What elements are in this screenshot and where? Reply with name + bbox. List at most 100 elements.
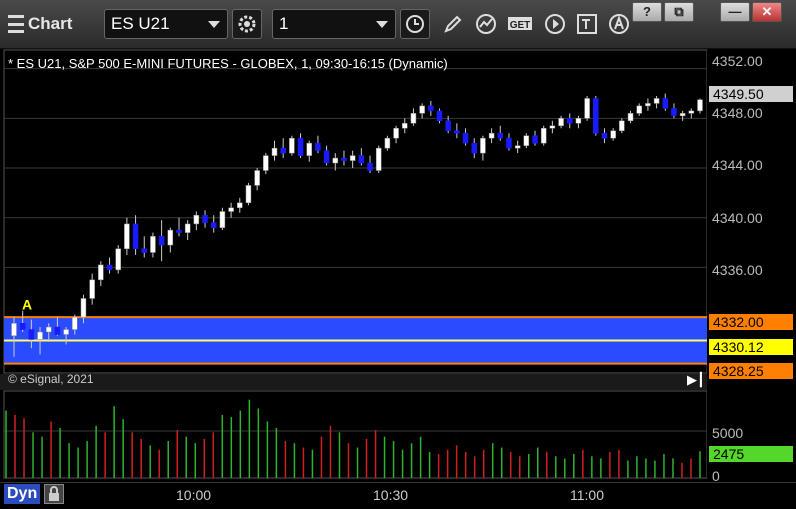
candle-body xyxy=(645,103,651,107)
marker-label: A xyxy=(22,297,32,313)
time-button[interactable] xyxy=(400,9,430,39)
candle-body xyxy=(445,120,451,131)
candle-body xyxy=(393,128,399,139)
restore-button[interactable]: ⧉ xyxy=(664,2,694,22)
candle-body xyxy=(271,147,278,156)
symbol-value: ES U21 xyxy=(111,14,170,33)
candle-body xyxy=(462,132,469,144)
volume-axis-label: 5000 xyxy=(712,425,744,441)
alert-icon xyxy=(609,14,629,34)
last-price-tag: 4349.50 xyxy=(709,86,793,102)
candle-body xyxy=(193,214,200,225)
candle-body xyxy=(245,185,252,204)
candle-body xyxy=(402,123,408,129)
candle-body xyxy=(566,118,573,124)
interval-value: 1 xyxy=(279,14,289,33)
candle-body xyxy=(167,229,174,246)
time-axis-label: 10:00 xyxy=(176,487,212,503)
candle-body xyxy=(63,329,69,335)
candle-body xyxy=(263,155,269,171)
time-axis-label: 11:00 xyxy=(570,487,604,503)
draw-tool-button[interactable] xyxy=(438,9,468,39)
candle-body xyxy=(488,132,495,139)
text-tool-button[interactable] xyxy=(572,9,602,39)
candle-body xyxy=(45,326,52,333)
candle-body xyxy=(210,222,217,228)
candle-body xyxy=(115,248,121,271)
candle-body xyxy=(341,157,347,161)
candle-body xyxy=(254,170,260,186)
chart-canvas[interactable]: A xyxy=(0,48,796,482)
candle-body xyxy=(428,105,434,112)
candle-body xyxy=(358,155,365,164)
candle-body xyxy=(132,223,139,250)
get-icon: GET xyxy=(508,17,532,31)
candle-body xyxy=(306,142,312,156)
lock-icon[interactable] xyxy=(44,484,64,504)
candle-body xyxy=(671,108,677,117)
candle-body xyxy=(454,130,460,134)
chevron-down-icon xyxy=(208,21,220,28)
refresh-gear-button[interactable] xyxy=(232,9,262,39)
toolbar: Chart ES U21 1 GET ? ⧉ — ✕ xyxy=(0,0,796,49)
candle-body xyxy=(289,137,295,154)
candle-body xyxy=(202,214,208,223)
candle-body xyxy=(679,113,686,117)
candle-body xyxy=(532,135,538,144)
candle-body xyxy=(593,98,599,134)
candle-body xyxy=(636,105,642,114)
candle-body xyxy=(653,98,660,104)
copyright: © eSignal, 2021 xyxy=(8,372,94,386)
pencil-icon xyxy=(444,15,462,33)
candle-body xyxy=(627,113,634,122)
candle-body xyxy=(540,128,547,144)
candle-body xyxy=(506,137,512,149)
mode-tag[interactable]: Dyn xyxy=(4,484,41,504)
candle-body xyxy=(176,229,182,233)
candle-body xyxy=(575,118,582,124)
menu-icon xyxy=(8,15,24,33)
price-axis-label: 4336.00 xyxy=(712,262,763,278)
study-icon xyxy=(476,14,496,34)
candle-body xyxy=(410,113,417,124)
interval-select[interactable]: 1 xyxy=(272,9,396,39)
volume-tag: 2475 xyxy=(709,446,793,462)
candle-body xyxy=(384,137,391,149)
price-axis-label: 4340.00 xyxy=(712,210,763,226)
candle-body xyxy=(124,223,130,250)
candle-body xyxy=(11,323,17,336)
app-title[interactable]: Chart xyxy=(8,14,72,34)
candle-body xyxy=(184,223,191,233)
candle-body xyxy=(237,202,243,209)
candle-body xyxy=(37,331,43,340)
candle-body xyxy=(349,155,356,161)
candle-body xyxy=(497,132,504,139)
get-button[interactable]: GET xyxy=(506,9,536,39)
help-button[interactable]: ? xyxy=(632,2,662,22)
candle-body xyxy=(228,207,234,212)
candle-body xyxy=(219,211,226,228)
scroll-to-end-icon[interactable]: ▶┃ xyxy=(687,372,705,388)
price-axis-label: 4352.00 xyxy=(712,53,763,69)
candle-body xyxy=(315,142,321,151)
minimize-button[interactable]: — xyxy=(720,2,750,22)
candle-body xyxy=(80,298,87,318)
symbol-select[interactable]: ES U21 xyxy=(104,9,228,39)
candle-body xyxy=(601,132,608,139)
candle-body xyxy=(72,316,78,330)
close-button[interactable]: ✕ xyxy=(752,2,782,22)
candle-body xyxy=(19,323,26,330)
candle-body xyxy=(558,118,564,127)
svg-text:GET: GET xyxy=(510,20,531,31)
candle-body xyxy=(375,147,382,171)
candle-body xyxy=(514,145,521,149)
refresh-gear-icon xyxy=(238,15,256,33)
candle-body xyxy=(549,125,556,129)
price-axis-label: 4348.00 xyxy=(712,105,763,121)
candle-body xyxy=(662,98,669,109)
upper-band-tag: 4332.00 xyxy=(709,314,793,330)
candle-body xyxy=(297,137,304,156)
alert-button[interactable] xyxy=(604,9,634,39)
studies-button[interactable] xyxy=(472,9,502,39)
play-button[interactable] xyxy=(540,9,570,39)
